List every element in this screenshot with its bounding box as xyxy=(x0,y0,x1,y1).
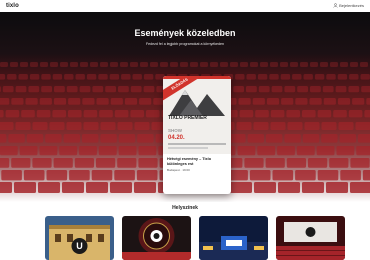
featured-event-card[interactable]: ELŐADÁS TIXLO PREMIER SHOW 04.20. Hétvég… xyxy=(163,76,231,194)
poster-date: 04.20. xyxy=(168,135,185,141)
poster-subtitle: SHOW xyxy=(168,128,182,133)
hero-section: Események közeledben Fedezd fel a legjob… xyxy=(0,12,370,202)
top-navigation-bar: tixlo Bejelentkezés xyxy=(0,0,370,12)
venue-card-4[interactable] xyxy=(276,216,345,260)
login-link[interactable]: Bejelentkezés xyxy=(333,3,364,8)
venue-image-stage xyxy=(122,216,191,260)
event-card-body: Hétvégi esemény – Tixlo különleges est B… xyxy=(163,154,231,194)
venue-image-building: U xyxy=(45,216,114,260)
user-icon xyxy=(333,3,338,8)
hero-title: Események közeledben xyxy=(134,28,236,38)
venue-image-cinema-hall xyxy=(276,216,345,260)
venues-heading: Helyszínek xyxy=(172,205,198,211)
login-label: Bejelentkezés xyxy=(339,3,364,8)
venue-card-2[interactable] xyxy=(122,216,191,260)
event-title[interactable]: Hétvégi esemény – Tixlo különleges est xyxy=(167,157,227,166)
poster-text-line xyxy=(168,143,226,145)
site-logo[interactable]: tixlo xyxy=(6,3,19,9)
venue-card-3[interactable] xyxy=(199,216,268,260)
svg-text:U: U xyxy=(76,241,83,251)
venue-card-1[interactable]: U xyxy=(45,216,114,260)
poster-title: TIXLO PREMIER xyxy=(168,115,207,121)
poster-text-line xyxy=(168,147,208,149)
venues-row: U xyxy=(45,216,345,260)
event-meta: Budapest · 19:00 xyxy=(167,168,190,173)
hero-subtitle: Fedezd fel a legjobb programokat a körny… xyxy=(145,42,225,46)
venue-image-night-building xyxy=(199,216,268,260)
event-poster: ELŐADÁS TIXLO PREMIER SHOW 04.20. xyxy=(163,76,231,154)
